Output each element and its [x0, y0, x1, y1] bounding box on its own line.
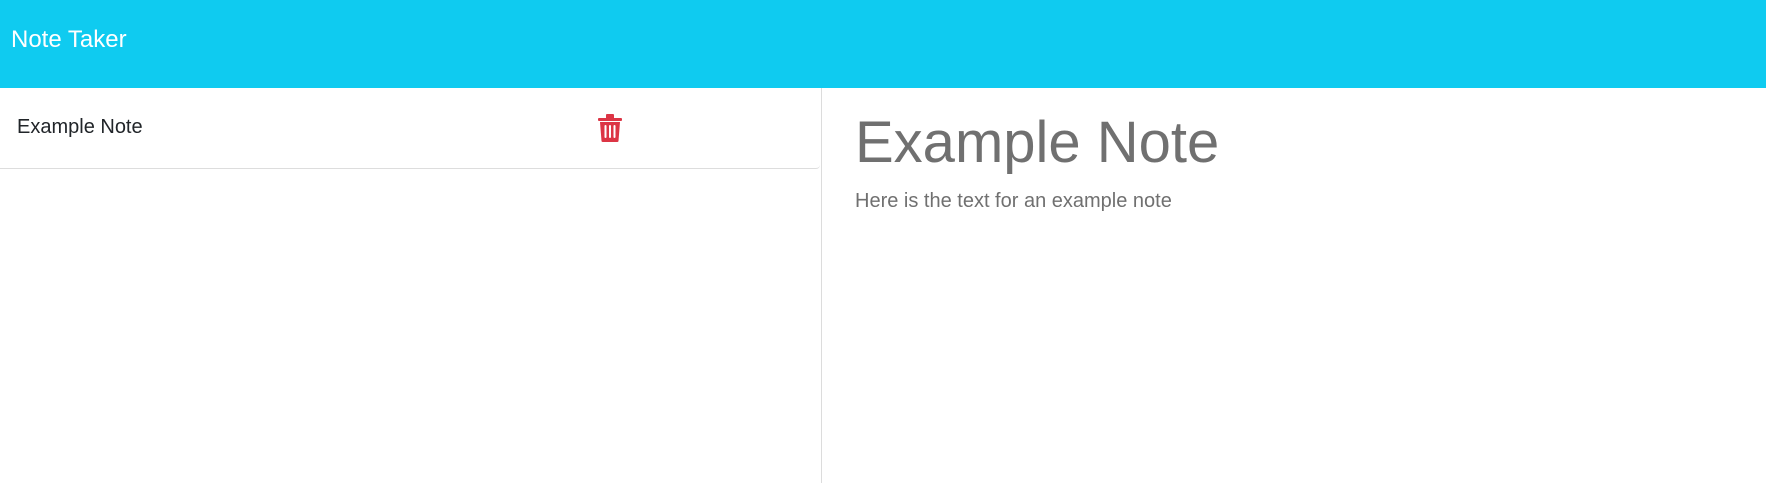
note-list-item-title[interactable]: Example Note: [17, 115, 143, 139]
notes-sidebar: Example Note: [0, 88, 822, 483]
app-brand[interactable]: Note Taker: [11, 25, 127, 55]
navbar: Note Taker: [0, 0, 1766, 88]
note-list-item[interactable]: Example Note: [0, 88, 820, 169]
note-title[interactable]: Example Note: [855, 108, 1219, 178]
note-text[interactable]: Here is the text for an example note: [855, 189, 1172, 213]
trash-icon: [598, 114, 622, 142]
note-editor: Example Note Here is the text for an exa…: [823, 88, 1766, 483]
delete-note-button[interactable]: [598, 114, 622, 142]
